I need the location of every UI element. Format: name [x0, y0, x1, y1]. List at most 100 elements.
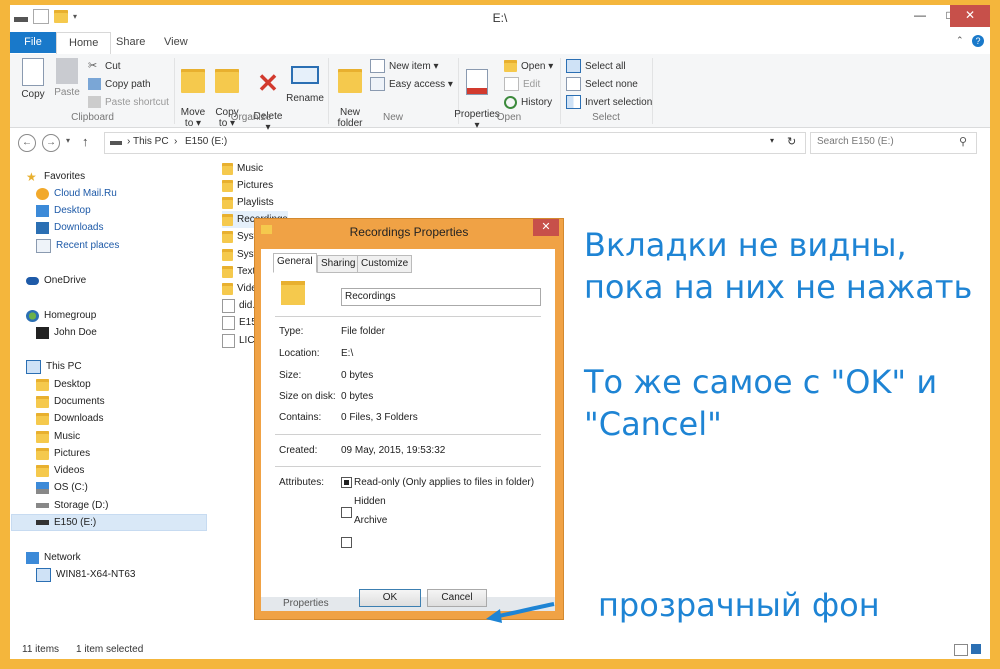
folder-icon — [222, 282, 233, 295]
forward-button[interactable]: → — [42, 134, 60, 152]
address-bar[interactable]: › This PC › E150 (E:) ▾ ↻ — [104, 132, 806, 154]
nav-music[interactable]: Music — [36, 428, 80, 445]
breadcrumb-this-pc[interactable]: This PC — [133, 136, 169, 147]
paste-button[interactable]: Paste — [52, 58, 82, 98]
size-value: 0 bytes — [341, 370, 374, 381]
address-dropdown-icon[interactable]: ▾ — [770, 136, 774, 145]
nav-label: Pictures — [54, 448, 91, 459]
select-none-button[interactable]: Select none — [566, 76, 652, 92]
file-icon — [222, 315, 235, 330]
drive-icon — [36, 503, 49, 508]
contains-value: 0 Files, 3 Folders — [341, 412, 418, 423]
folder-name-field[interactable]: Recordings — [341, 288, 541, 306]
up-button[interactable]: ↑ — [82, 134, 89, 149]
ok-button[interactable]: OK — [359, 589, 421, 607]
contains-label: Contains: — [279, 412, 322, 423]
nav-recent-places[interactable]: Recent places — [36, 237, 119, 254]
nav-cloud-mail[interactable]: Cloud Mail.Ru — [36, 185, 117, 202]
nav-pc-downloads[interactable]: Downloads — [36, 410, 103, 427]
nav-label: Music — [54, 431, 81, 442]
list-item[interactable]: Text — [222, 263, 255, 280]
rename-button[interactable]: Rename — [286, 58, 324, 104]
annotation-buttons: То же самое с "OK" и "Cancel" — [584, 362, 937, 445]
select-all-button[interactable]: Select all — [566, 58, 652, 74]
nav-this-pc[interactable]: This PC — [26, 358, 82, 375]
select-group-label: Select — [592, 112, 620, 123]
easy-access-button[interactable]: Easy access ▾ — [370, 76, 453, 92]
invert-selection-button[interactable]: Invert selection — [566, 94, 652, 110]
details-view-icon[interactable] — [954, 644, 968, 656]
nav-homegroup[interactable]: Homegroup — [26, 307, 96, 324]
recent-places-icon — [36, 238, 51, 253]
cancel-button[interactable]: Cancel — [427, 589, 487, 607]
nav-pc-desktop[interactable]: Desktop — [36, 376, 91, 393]
nav-documents[interactable]: Documents — [36, 393, 105, 410]
nav-storage-d[interactable]: Storage (D:) — [36, 497, 108, 514]
close-button[interactable]: ✕ — [950, 5, 990, 27]
select-all-icon — [566, 59, 581, 73]
edit-icon — [504, 77, 519, 91]
user-icon — [36, 326, 49, 339]
search-input[interactable]: Search E150 (E:) ⚲ — [810, 132, 977, 154]
tab-general[interactable]: General — [273, 253, 317, 273]
cut-button[interactable]: ✂ Cut — [88, 58, 169, 74]
copy-button[interactable]: Copy — [18, 58, 48, 100]
open-group-label: Open — [496, 112, 522, 123]
help-icon[interactable]: ? — [972, 35, 984, 47]
select-all-label: Select all — [585, 60, 626, 72]
location-label: Location: — [279, 348, 320, 359]
network-icon — [26, 551, 39, 564]
open-button[interactable]: Open ▾ — [504, 58, 553, 74]
cloud-mail-icon — [36, 187, 49, 200]
breadcrumb-drive[interactable]: E150 (E:) — [185, 136, 227, 147]
cut-label: Cut — [105, 60, 121, 72]
refresh-icon[interactable]: ↻ — [787, 135, 796, 148]
copy-path-button[interactable]: Copy path — [88, 76, 169, 92]
ribbon-separator — [652, 58, 653, 124]
tab-share[interactable]: Share — [104, 32, 157, 53]
star-icon: ★ — [26, 169, 37, 184]
folder-icon — [222, 196, 233, 209]
folder-icon — [281, 281, 305, 305]
nav-label: Recent places — [56, 240, 120, 251]
back-button[interactable]: ← — [18, 134, 36, 152]
dialog-close-button[interactable]: ✕ — [533, 219, 559, 236]
nav-pictures[interactable]: Pictures — [36, 445, 90, 462]
ribbon: Copy Paste ✂ Cut Copy path Paste shortcut… — [10, 54, 990, 133]
nav-onedrive[interactable]: OneDrive — [26, 272, 86, 289]
list-item[interactable]: Playlists — [222, 194, 274, 211]
list-item[interactable]: Pictures — [222, 177, 273, 194]
large-icons-view-icon[interactable] — [971, 644, 981, 654]
tab-sharing[interactable]: Sharing — [317, 255, 360, 273]
nav-john-doe[interactable]: John Doe — [36, 324, 97, 341]
nav-os-c[interactable]: OS (C:) — [36, 479, 88, 496]
ribbon-collapse-icon[interactable]: ⌃ — [956, 35, 964, 46]
tab-file[interactable]: File — [10, 32, 56, 53]
file-name: Text — [237, 266, 256, 277]
nav-downloads[interactable]: Downloads — [36, 219, 103, 236]
nav-favorites[interactable]: ★ Favorites — [26, 168, 85, 185]
nav-e150[interactable]: E150 (E:) — [36, 514, 96, 531]
edit-button[interactable]: Edit — [504, 76, 553, 92]
paste-shortcut-button[interactable]: Paste shortcut — [88, 94, 169, 110]
recent-locations-icon[interactable]: ▾ — [66, 136, 70, 145]
history-button[interactable]: History — [504, 94, 553, 110]
arrow-head — [486, 609, 502, 623]
drive-icon — [36, 520, 49, 525]
status-bar: 11 items 1 item selected — [10, 641, 990, 659]
nav-win81[interactable]: WIN81-X64-NT63 — [36, 566, 135, 583]
footer-text: Properties — [283, 598, 329, 609]
nav-desktop[interactable]: Desktop — [36, 202, 91, 219]
list-item[interactable]: Music — [222, 160, 263, 177]
minimize-button[interactable]: — — [906, 5, 934, 27]
nav-videos[interactable]: Videos — [36, 462, 84, 479]
nav-label: Network — [44, 552, 81, 563]
nav-network[interactable]: Network — [26, 549, 81, 566]
new-item-button[interactable]: New item ▾ — [370, 58, 453, 74]
readonly-checkbox[interactable] — [341, 477, 352, 488]
hidden-checkbox[interactable] — [341, 507, 352, 518]
tab-customize[interactable]: Customize — [357, 255, 413, 273]
archive-checkbox[interactable] — [341, 537, 352, 548]
nav-label: Desktop — [54, 379, 91, 390]
tab-view[interactable]: View — [152, 32, 200, 53]
